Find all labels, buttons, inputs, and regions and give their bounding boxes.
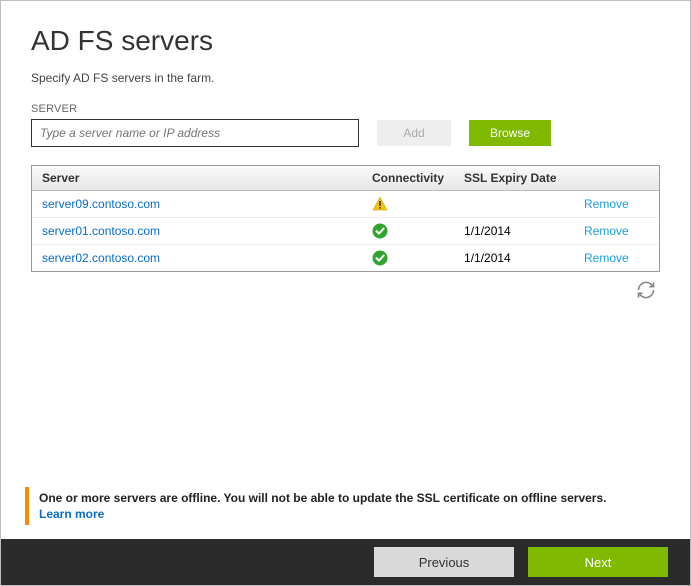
warning-triangle-icon	[372, 196, 388, 212]
warning-alert: One or more servers are offline. You wil…	[25, 487, 666, 525]
refresh-row	[31, 272, 660, 305]
server-input-label: SERVER	[31, 103, 660, 115]
servers-table: Server Connectivity SSL Expiry Date serv…	[32, 166, 659, 271]
browse-button[interactable]: Browse	[469, 120, 551, 146]
server-link[interactable]: server09.contoso.com	[42, 197, 160, 211]
server-link[interactable]: server02.contoso.com	[42, 251, 160, 265]
remove-link[interactable]: Remove	[584, 224, 629, 238]
table-row: server02.contoso.com 1/1/2014 Remove	[32, 245, 659, 272]
check-circle-icon	[372, 223, 388, 239]
remove-link[interactable]: Remove	[584, 251, 629, 265]
col-header-action	[574, 166, 659, 191]
previous-button[interactable]: Previous	[374, 547, 514, 577]
wizard-page: AD FS servers Specify AD FS servers in t…	[0, 0, 691, 586]
refresh-icon[interactable]	[636, 280, 656, 300]
col-header-connectivity: Connectivity	[362, 166, 454, 191]
servers-table-container: Server Connectivity SSL Expiry Date serv…	[31, 165, 660, 272]
page-description: Specify AD FS servers in the farm.	[31, 71, 660, 85]
server-input[interactable]	[31, 119, 359, 147]
ssl-expiry-cell: 1/1/2014	[454, 245, 574, 272]
server-input-row: Add Browse	[31, 119, 660, 147]
table-row: server01.contoso.com 1/1/2014 Remove	[32, 218, 659, 245]
col-header-server: Server	[32, 166, 362, 191]
ssl-expiry-cell: 1/1/2014	[454, 218, 574, 245]
remove-link[interactable]: Remove	[584, 197, 629, 211]
next-button[interactable]: Next	[528, 547, 668, 577]
learn-more-link[interactable]: Learn more	[39, 507, 104, 521]
page-title: AD FS servers	[31, 25, 660, 57]
ssl-expiry-cell	[454, 191, 574, 218]
wizard-footer: Previous Next	[1, 539, 690, 585]
alert-text: One or more servers are offline. You wil…	[39, 491, 607, 505]
content-area: AD FS servers Specify AD FS servers in t…	[1, 1, 690, 305]
table-row: server09.contoso.com Remove	[32, 191, 659, 218]
add-button: Add	[377, 120, 451, 146]
check-circle-icon	[372, 250, 388, 266]
col-header-ssl: SSL Expiry Date	[454, 166, 574, 191]
table-header-row: Server Connectivity SSL Expiry Date	[32, 166, 659, 191]
server-link[interactable]: server01.contoso.com	[42, 224, 160, 238]
